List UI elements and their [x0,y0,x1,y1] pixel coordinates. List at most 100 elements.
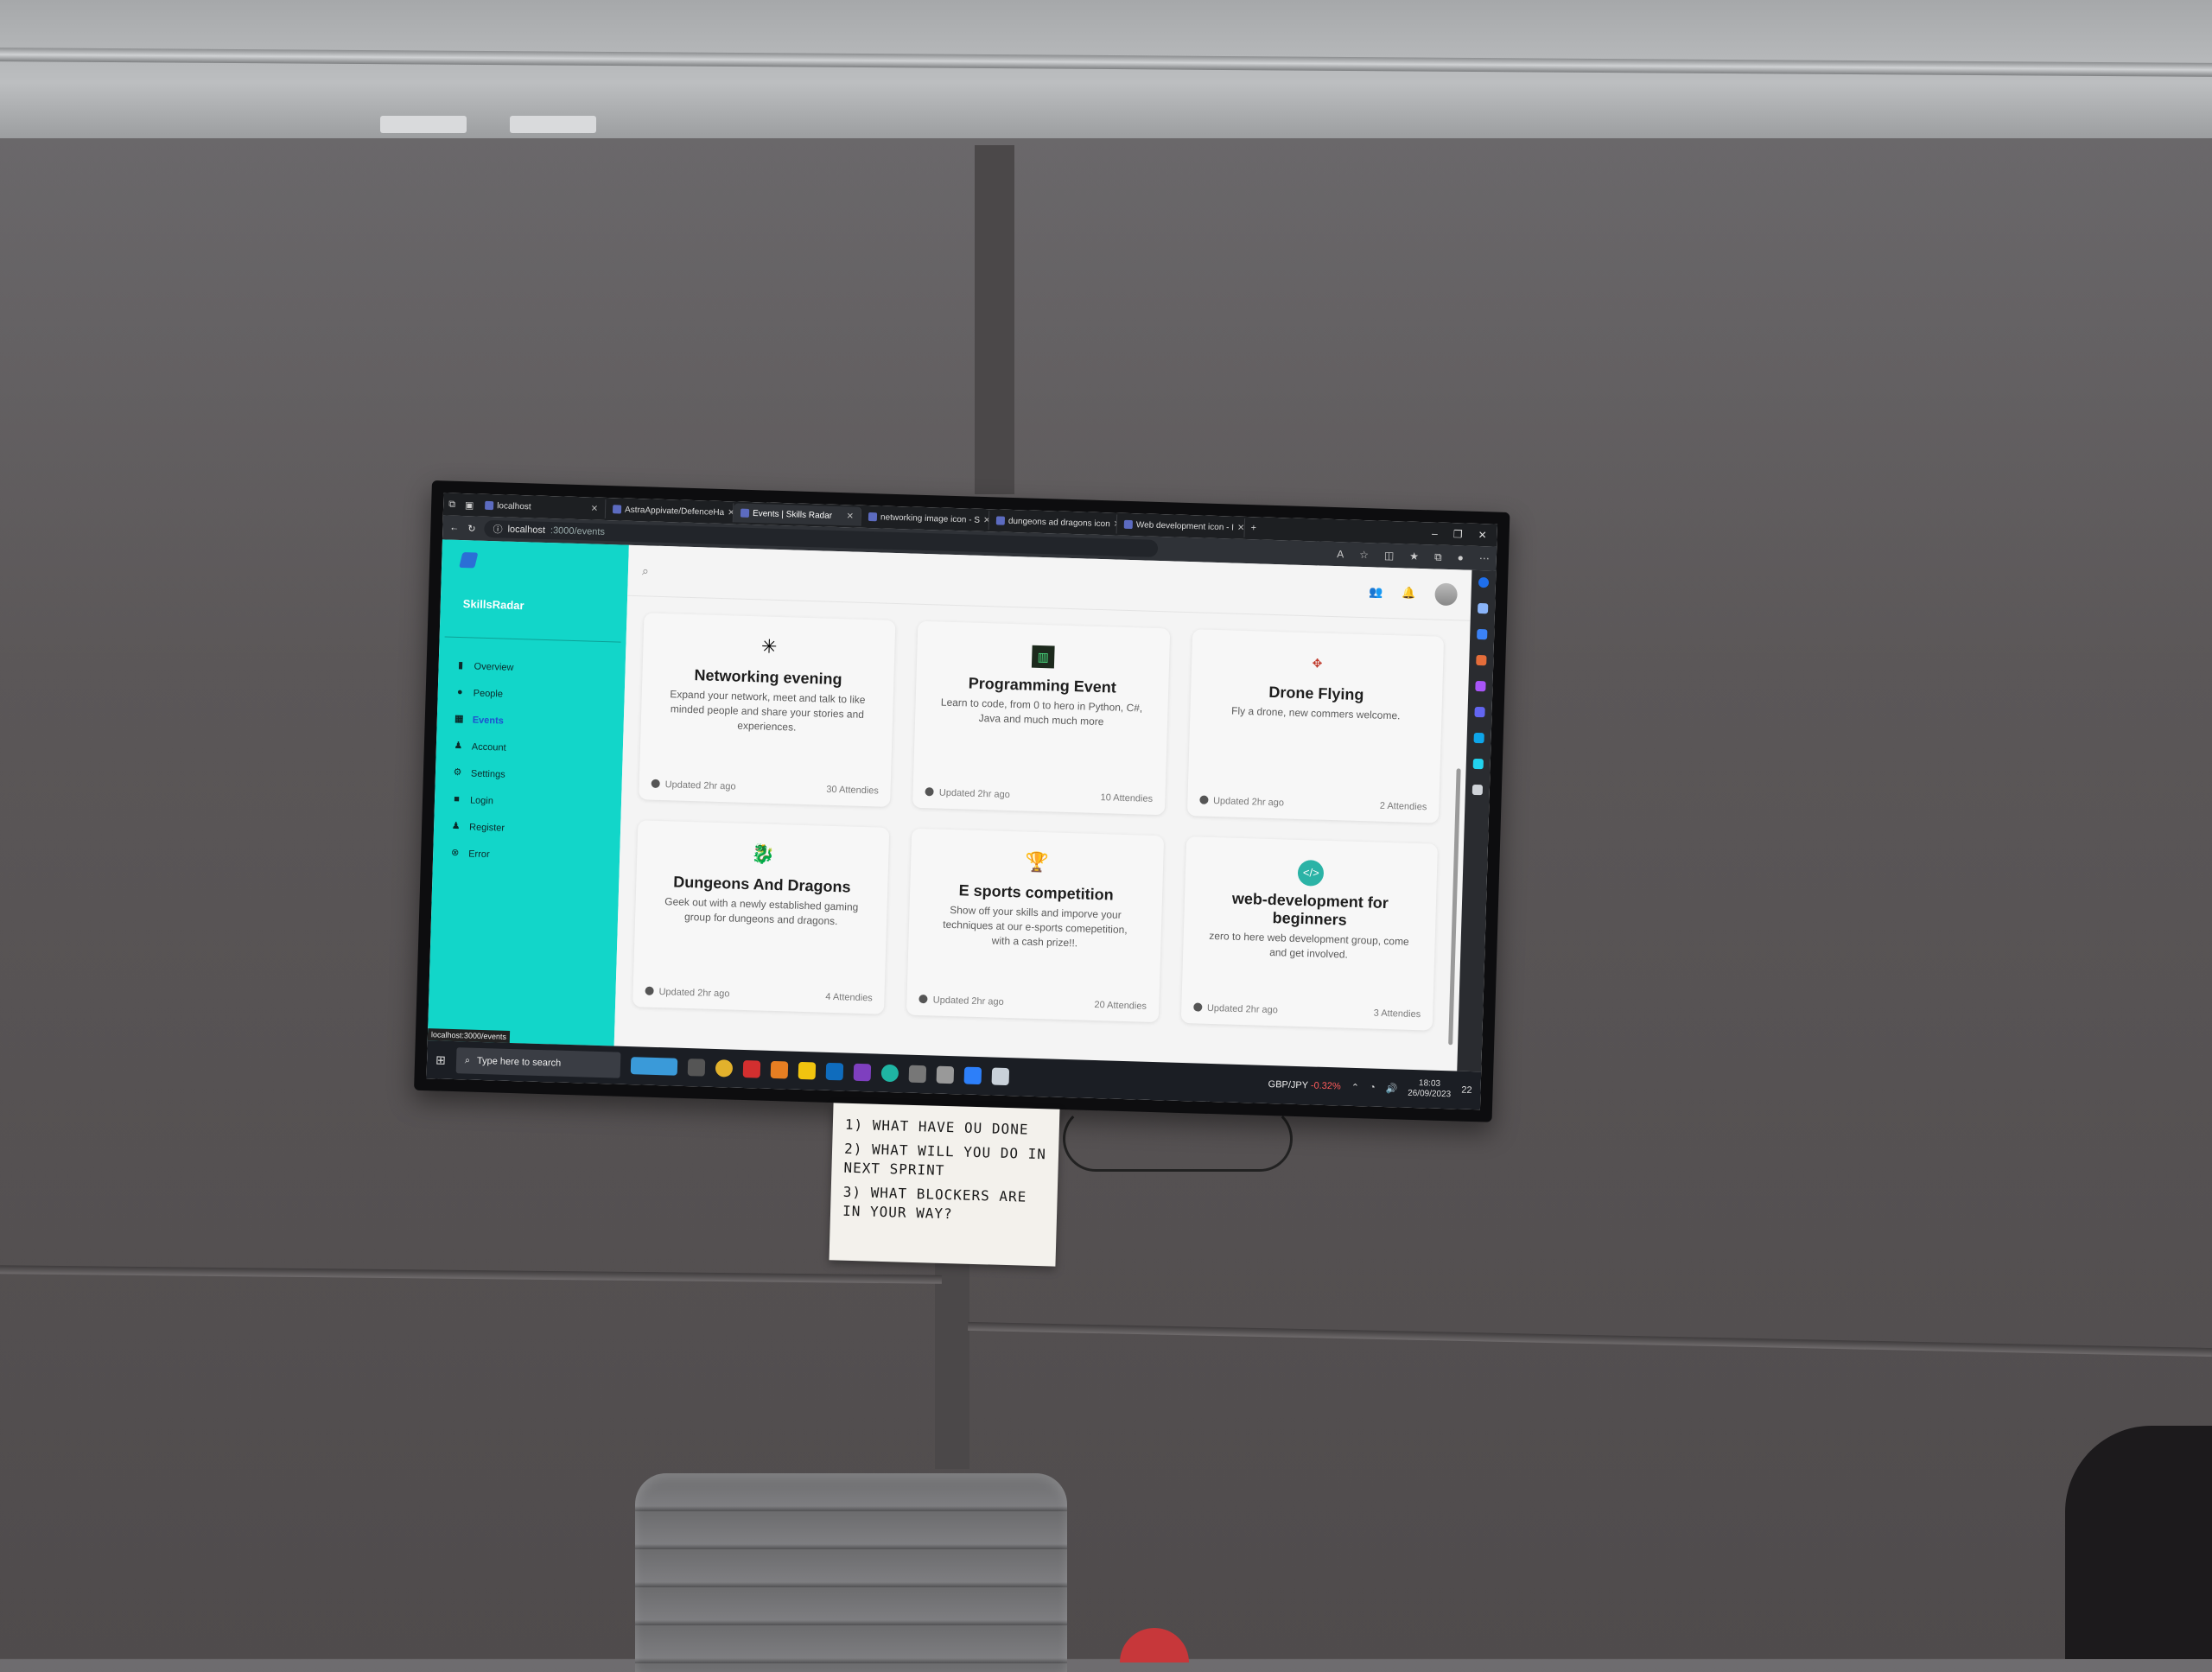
outlook-icon[interactable] [1473,732,1484,744]
tab-favicon [485,500,494,511]
profile-icon[interactable]: ● [1457,551,1464,564]
sidebar-item-people[interactable]: ● People [454,679,513,708]
event-card[interactable]: </> web-development for beginners zero t… [1180,836,1439,1031]
browser-tab[interactable]: dungeons ad dragons icon ✕ [988,511,1118,534]
new-tab-icon[interactable]: + [1245,523,1262,534]
browser-tab[interactable]: Web development icon - I ✕ [1116,514,1246,537]
event-card[interactable]: 🐉 Dungeons And Dragons Geek out with a n… [632,820,890,1014]
clock-date: 26/09/2023 [1407,1088,1452,1100]
market-ticker[interactable]: GBP/JPY -0.32% [1268,1079,1341,1091]
gear-icon: ⚙ [453,766,462,779]
back-icon[interactable]: ← [449,523,459,533]
clock-icon [651,779,660,788]
search-icon[interactable]: ⌕ [642,563,649,578]
favorite-star-icon[interactable]: ☆ [1359,548,1369,561]
chrome-icon[interactable] [715,1059,733,1078]
tab-favicon [868,512,878,522]
edge-icon[interactable] [880,1064,899,1083]
event-title: Dungeons And Dragons [673,873,851,896]
file-explorer-icon[interactable] [798,1061,816,1080]
workspaces-icon[interactable]: ⧉ [443,499,461,511]
browser-tab[interactable]: AstraAppivate/DefenceHa ✕ [605,499,734,523]
close-tab-icon[interactable]: ✕ [1237,523,1245,532]
sidebar-item-login[interactable]: ■ Login [452,786,511,815]
browser-tab[interactable]: localhost ✕ [477,495,607,518]
tab-actions-icon[interactable]: ▣ [461,499,478,511]
user-icon: ♟ [454,740,463,752]
close-window-icon[interactable]: ✕ [1478,529,1486,541]
app-icon[interactable] [991,1067,1009,1086]
taskbar-clock[interactable]: 18:03 26/09/2023 [1408,1078,1452,1100]
windows-start-icon[interactable]: ⊞ [435,1052,446,1067]
taskbar-search[interactable]: ⌕ Type here to search [455,1047,621,1078]
event-description: zero to here web development group, come… [1209,929,1409,961]
event-description: Fly a drone, new commers welcome. [1230,704,1401,722]
sticky-note: 1) What have ou done 2) What will you do… [829,1103,1060,1267]
onenote-icon[interactable] [853,1063,871,1082]
sidebar-item-register[interactable]: ♟ Register [451,813,510,842]
browser-tab[interactable]: networking image icon - S ✕ [861,506,990,531]
shopping-icon[interactable] [1476,654,1487,666]
app-icon[interactable] [770,1060,788,1079]
restore-icon[interactable]: ❐ [1453,528,1463,540]
sidebar-item-settings[interactable]: ⚙ Settings [453,760,512,788]
search-icon[interactable] [1477,602,1489,614]
wall-panel-seam [975,145,1014,494]
event-card[interactable]: ✳ Networking evening Expand your network… [639,613,896,807]
app-sidebar: SkillsRadar ▮ Overview ● People ▦ Events ♟ A… [427,539,629,1046]
event-updated: Updated 2hr ago [1212,795,1285,809]
contacts-icon[interactable]: 👥 [1369,585,1383,599]
bell-icon[interactable]: 🔔 [1402,586,1416,600]
collections-icon[interactable]: ⧉ [1434,550,1442,563]
sidebar-item-overview[interactable]: ▮ Overview [455,652,514,681]
app-icon[interactable] [936,1065,954,1084]
drop-icon[interactable] [1472,758,1484,770]
event-card[interactable]: ▥ Programming Event Learn to code, from … [912,620,1170,816]
app-logo-icon[interactable] [459,552,479,569]
copilot-icon[interactable] [1478,576,1490,588]
site-info-icon[interactable]: ⓘ [493,522,502,536]
clock-icon [925,787,935,797]
events-main: ⌕ 👥 🔔 ✳ Networking evening Expand your n… [613,544,1472,1071]
network-icon: ✳ [760,635,778,658]
close-tab-icon[interactable]: ✕ [591,504,599,513]
event-footer: Updated 2hr ago 3 Attendies [1192,1002,1421,1020]
nav-label: People [473,688,504,700]
tools-icon[interactable] [1474,706,1485,718]
notification-count[interactable]: 22 [1461,1085,1472,1096]
teams-icon[interactable] [1475,680,1486,692]
add-icon[interactable] [1471,784,1484,796]
sidebar-item-error[interactable]: ⊗ Error [450,840,509,868]
vscode-icon[interactable] [963,1066,982,1085]
event-card[interactable]: 🏆 E sports competition Show off your ski… [906,828,1164,1023]
nav-label: Error [468,848,490,860]
read-aloud-icon[interactable]: A [1337,548,1344,561]
task-view-icon[interactable] [687,1059,706,1077]
web-page: SkillsRadar ▮ Overview ● People ▦ Events ♟ A… [427,539,1472,1071]
reload-icon[interactable]: ↻ [467,523,476,534]
sidebar-item-events[interactable]: ▦ Events [454,706,512,734]
event-card[interactable]: ✥ Drone Flying Fly a drone, new commers … [1186,629,1445,823]
outlook-icon[interactable] [825,1062,843,1081]
search-placeholder: Type here to search [476,1055,562,1069]
ceiling-fixture [510,116,596,133]
search-highlight-icon[interactable] [630,1057,678,1076]
close-tab-icon[interactable]: ✕ [846,512,854,521]
ticker-change: -0.32% [1310,1080,1341,1092]
wifi-icon[interactable]: ◔ [1370,1082,1376,1092]
app-icon[interactable] [742,1059,760,1078]
collections-icon[interactable] [1477,628,1488,640]
minimize-icon[interactable]: – [1432,527,1438,539]
event-footer: Updated 2hr ago 10 Attendies [925,787,1153,804]
favorites-icon[interactable]: ★ [1409,550,1419,563]
split-screen-icon[interactable]: ◫ [1384,549,1395,562]
chevron-up-icon[interactable]: ⌃ [1351,1081,1360,1092]
more-icon[interactable]: ⋯ [1479,551,1490,564]
settings-icon[interactable] [908,1065,926,1084]
url-host: localhost [507,524,546,536]
volume-icon[interactable]: 🔊 [1385,1083,1397,1094]
avatar[interactable] [1434,582,1458,607]
sidebar-item-account[interactable]: ♟ Account [453,733,512,761]
tv-monitor: ⧉ ▣ localhost ✕ AstraAppivate/DefenceHa ✕ … [414,480,1510,1122]
browser-tab-active[interactable]: Events | Skills Radar ✕ [733,503,862,526]
